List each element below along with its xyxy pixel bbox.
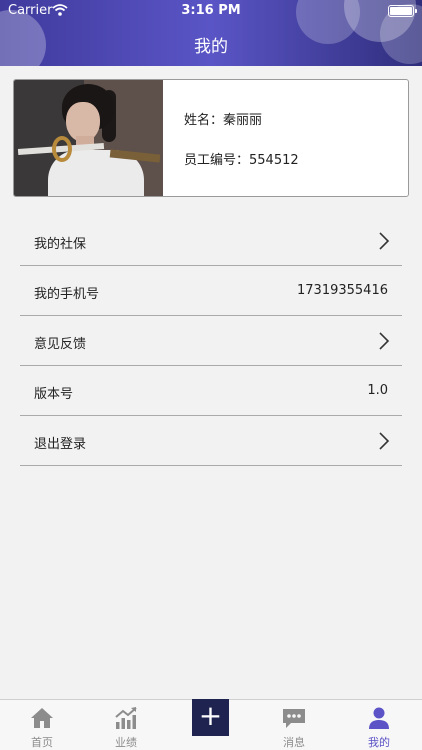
- message-icon: [283, 709, 305, 728]
- employee-name: 姓名：秦丽丽: [184, 113, 263, 128]
- tab-home[interactable]: 首页: [12, 700, 72, 750]
- status-bar: Carrier 3:16 PM: [0, 0, 422, 22]
- header: Carrier 3:16 PM 我的: [0, 0, 422, 66]
- menu-item-version: 版本号 1.0: [20, 366, 402, 416]
- user-icon: [369, 707, 389, 729]
- page-title: 我的: [194, 37, 228, 57]
- menu-item-social-security[interactable]: 我的社保: [20, 216, 402, 266]
- version-value: 1.0: [367, 383, 388, 398]
- avatar: [14, 80, 163, 196]
- menu-item-feedback[interactable]: 意见反馈: [20, 316, 402, 366]
- menu-item-phone[interactable]: 我的手机号 17319355416: [20, 266, 402, 316]
- chevron-right-icon: [379, 432, 390, 450]
- home-icon: [31, 708, 53, 728]
- tab-performance[interactable]: 业绩: [96, 700, 156, 750]
- add-button[interactable]: +: [192, 699, 229, 736]
- menu-item-label: 退出登录: [34, 437, 87, 452]
- settings-menu: 我的社保 我的手机号 17319355416 意见反馈 版本号 1.0 退出登录: [20, 216, 402, 466]
- chevron-right-icon: [379, 232, 390, 250]
- menu-item-label: 版本号: [34, 387, 74, 402]
- tab-label: 我的: [368, 736, 390, 749]
- profile-card[interactable]: 姓名：秦丽丽 员工编号：554512: [13, 79, 409, 197]
- tab-label: 消息: [283, 736, 305, 749]
- chevron-right-icon: [379, 332, 390, 350]
- tab-messages[interactable]: 消息: [264, 700, 324, 750]
- battery-icon: [388, 5, 417, 17]
- chart-icon: [115, 707, 137, 729]
- tab-bar: 首页 业绩 + 消息 我的: [0, 699, 422, 750]
- menu-item-label: 我的手机号: [34, 287, 100, 302]
- clock: 3:16 PM: [181, 3, 241, 18]
- menu-item-logout[interactable]: 退出登录: [20, 416, 402, 466]
- tab-label: 业绩: [115, 736, 137, 749]
- tab-label: 首页: [31, 736, 53, 749]
- tab-profile[interactable]: 我的: [349, 700, 409, 750]
- employee-id: 员工编号：554512: [184, 153, 299, 168]
- phone-number-value: 17319355416: [297, 283, 388, 298]
- menu-item-label: 意见反馈: [34, 337, 87, 352]
- menu-item-label: 我的社保: [34, 237, 87, 252]
